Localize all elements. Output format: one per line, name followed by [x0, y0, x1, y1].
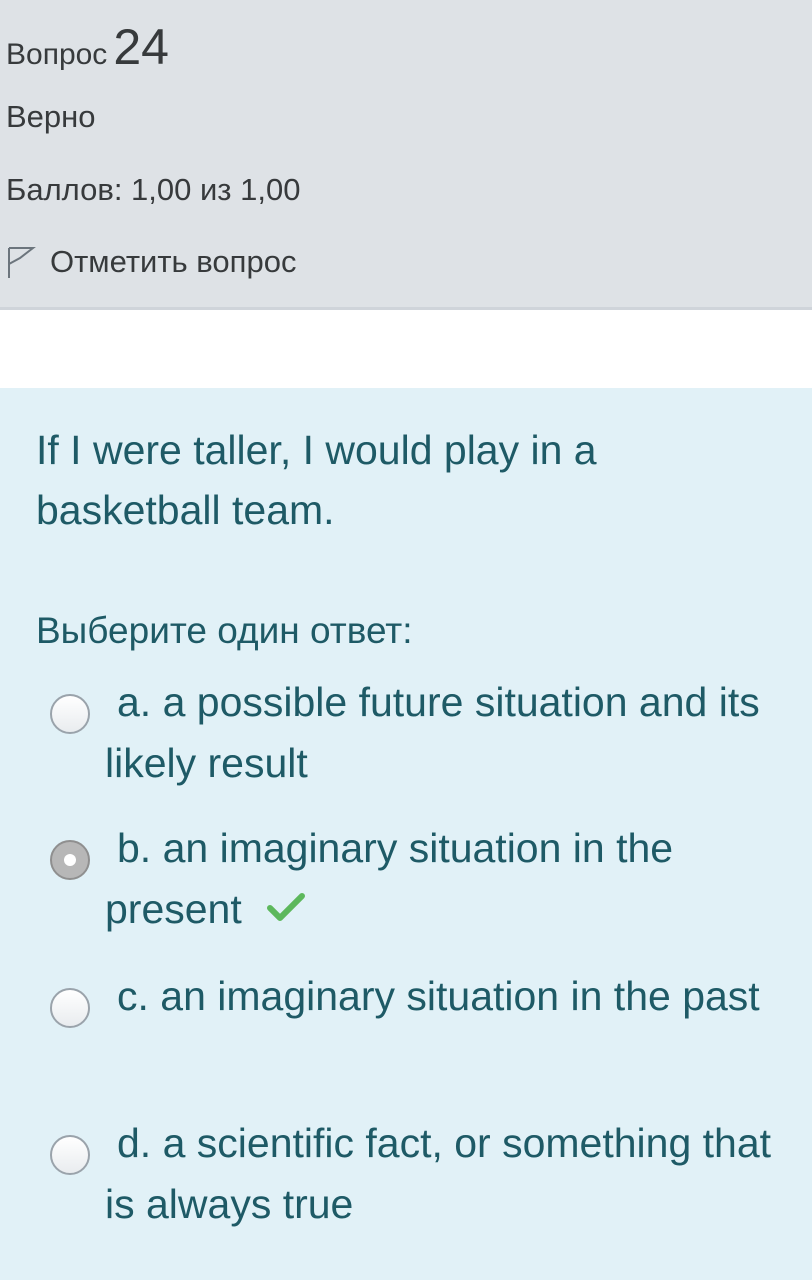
answer-a-label[interactable]: a. a possible future situation and its l… [105, 672, 785, 794]
answer-c-radio[interactable] [50, 988, 90, 1028]
check-icon [254, 879, 306, 940]
flag-outline-icon [6, 245, 36, 279]
answer-option-a[interactable]: a. a possible future situation and its l… [0, 679, 812, 818]
answer-b-label: b. an imaginary situation in the present [105, 825, 674, 932]
answer-option-c[interactable]: c. an imaginary situation in the past [0, 973, 812, 1112]
question-number-value: 24 [113, 19, 169, 75]
question-text: If I were taller, I would play in a bask… [36, 427, 597, 533]
question-info-panel: Вопрос 24 Верно Баллов: 1,00 из 1,00 Отме… [0, 0, 812, 310]
question-state: Верно [6, 99, 96, 134]
answer-option-d[interactable]: d. a scientific fact, or something that … [0, 1120, 812, 1259]
question-label: Вопрос [6, 38, 108, 71]
question-grade: Баллов: 1,00 из 1,00 [6, 172, 301, 207]
answer-option-b[interactable]: b. an imaginary situation in the present [0, 825, 812, 964]
answer-d-label[interactable]: d. a scientific fact, or something that … [105, 1113, 785, 1235]
answer-prompt: Выберите один ответ: [36, 610, 413, 651]
flag-question-label: Отметить вопрос [50, 244, 297, 279]
answer-a-radio[interactable] [50, 694, 90, 734]
answer-b-radio[interactable] [50, 840, 90, 880]
answer-d-radio[interactable] [50, 1135, 90, 1175]
answer-c-label[interactable]: c. an imaginary situation in the past [105, 966, 785, 1027]
flag-question-link[interactable]: Отметить вопрос [6, 244, 296, 280]
answer-b-label-wrapper[interactable]: b. an imaginary situation in the present [105, 818, 785, 940]
question-number: Вопрос 24 [6, 18, 169, 76]
